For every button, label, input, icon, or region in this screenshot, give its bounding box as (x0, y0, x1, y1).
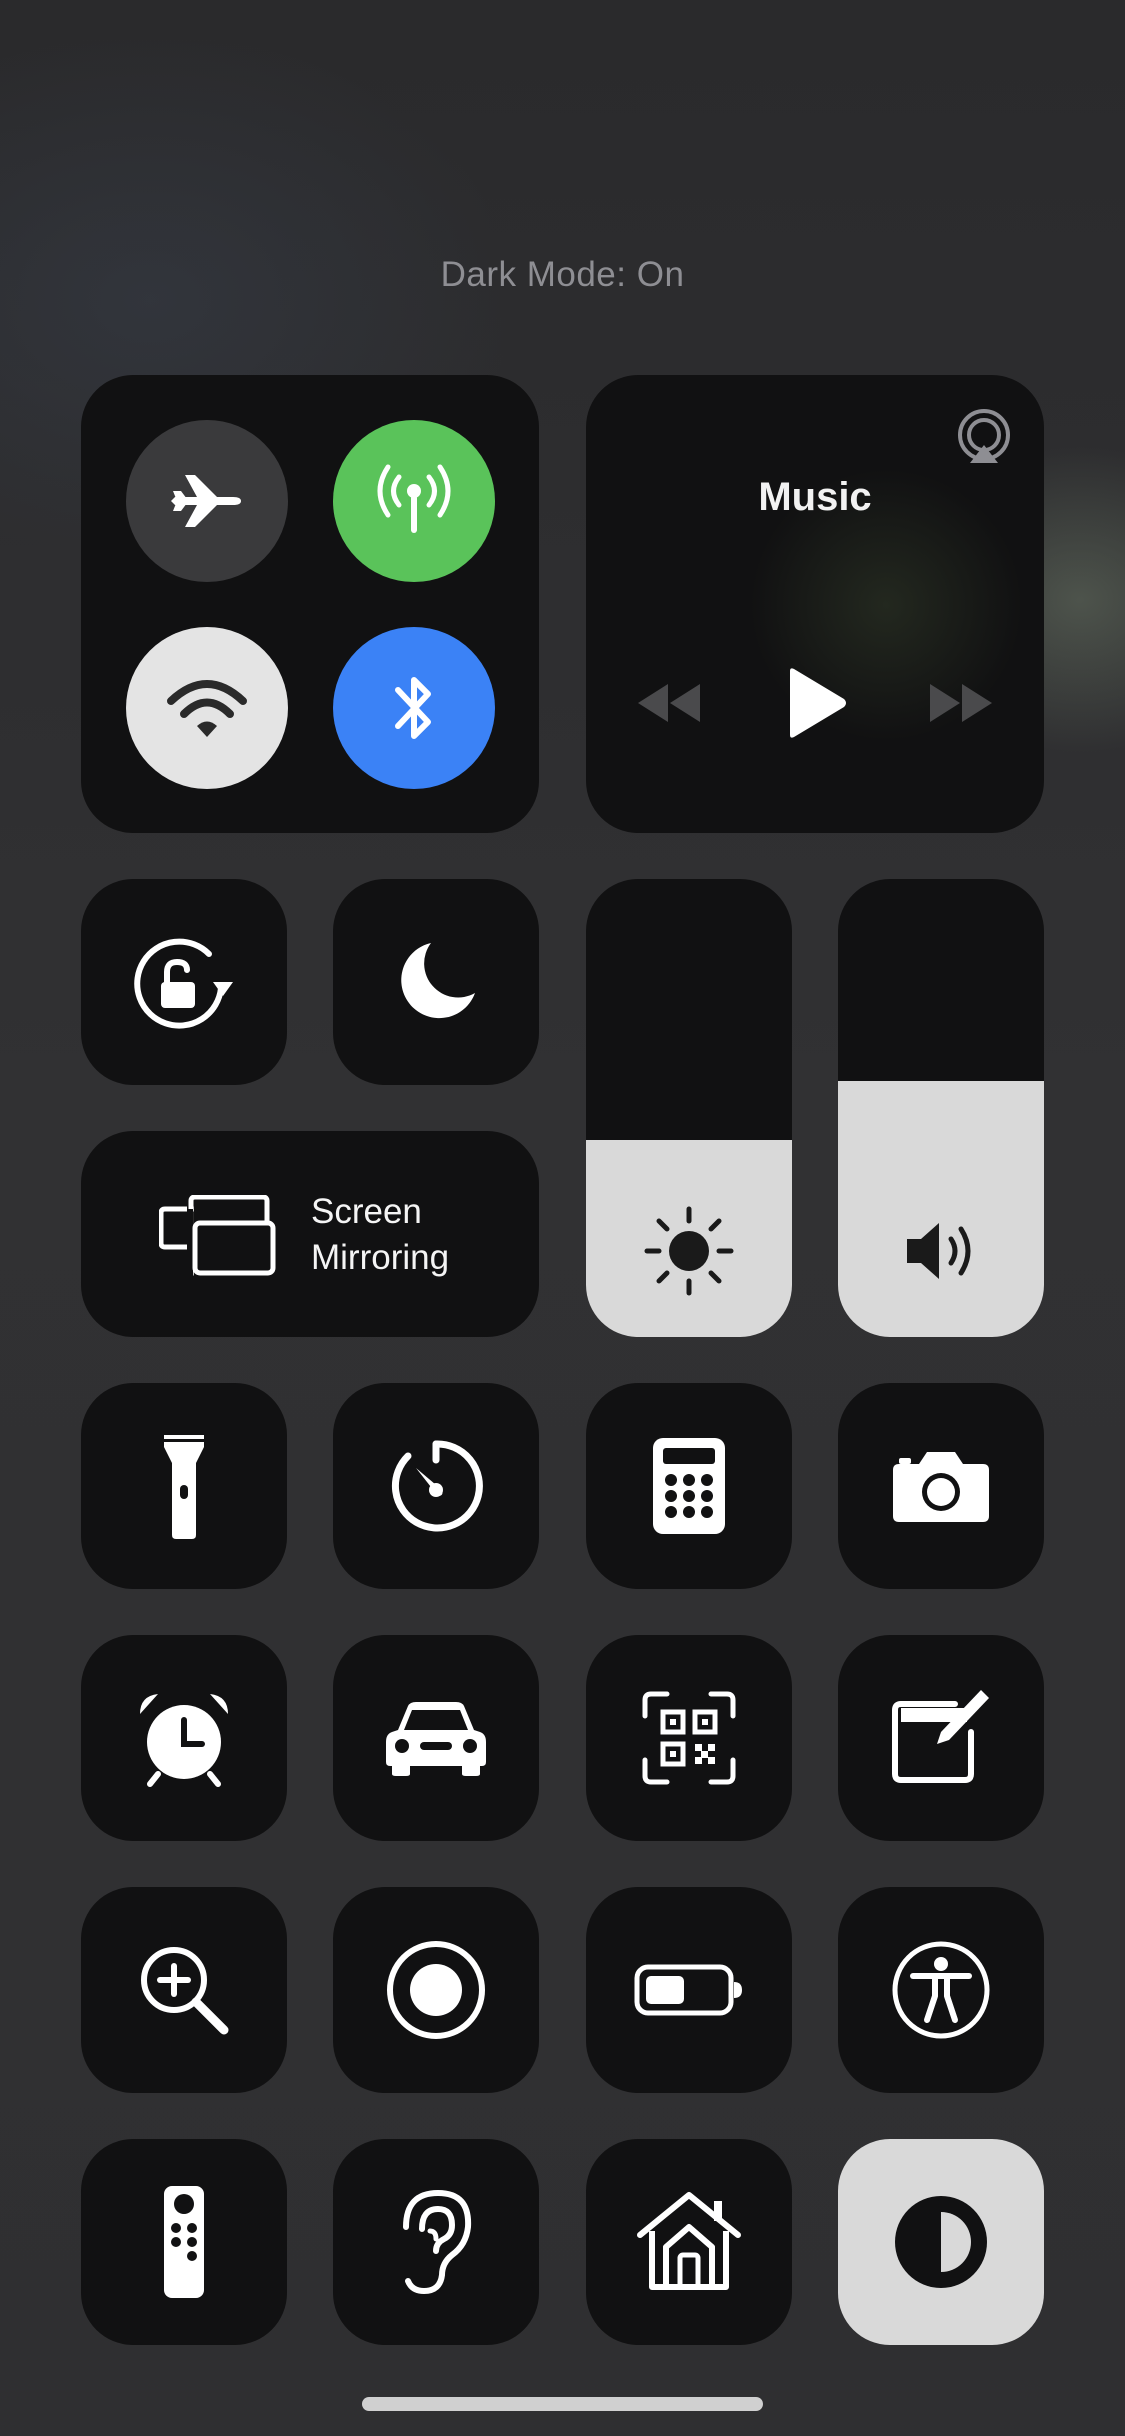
screen-mirroring-label-line2: Mirroring (311, 1238, 450, 1277)
camera-button[interactable] (838, 1383, 1044, 1589)
home-button[interactable] (586, 2139, 792, 2345)
brightness-slider[interactable] (586, 879, 792, 1337)
moon-icon (401, 943, 475, 1019)
camera-icon (893, 1452, 989, 1522)
alarm-button[interactable] (81, 1635, 287, 1841)
hearing-button[interactable] (333, 2139, 539, 2345)
code-scanner-button[interactable] (586, 1635, 792, 1841)
accessibility-icon (892, 1941, 990, 2039)
dark-mode-toggle[interactable] (838, 2139, 1044, 2345)
qr-code-scanner-icon (642, 1691, 736, 1785)
screen-recording-button[interactable] (333, 1887, 539, 2093)
cellular-antenna-icon (377, 464, 451, 533)
home-icon (637, 2192, 741, 2290)
timer-icon (391, 1440, 483, 1532)
calculator-icon (653, 1438, 725, 1534)
car-icon (386, 1702, 486, 1776)
dark-mode-icon (895, 2196, 987, 2288)
speaker-icon (907, 1223, 971, 1279)
home-indicator[interactable] (362, 2397, 763, 2411)
bluetooth-icon (395, 677, 431, 739)
rewind-icon[interactable] (634, 680, 704, 726)
magnifier-button[interactable] (81, 1887, 287, 2093)
low-power-mode-button[interactable] (586, 1887, 792, 2093)
play-icon[interactable] (784, 667, 848, 739)
screen-mirroring-label-line1: Screen (311, 1192, 422, 1231)
flashlight-icon (164, 1435, 204, 1539)
airplane-mode-toggle[interactable] (126, 420, 288, 582)
screen-recording-icon (387, 1941, 485, 2039)
hearing-icon (403, 2189, 472, 2295)
notes-icon (892, 1690, 989, 1783)
low-power-battery-icon (634, 1964, 742, 2016)
driving-mode-button[interactable] (333, 1635, 539, 1841)
alarm-clock-icon (140, 1694, 228, 1787)
connectivity-module (81, 375, 539, 833)
fast-forward-icon[interactable] (926, 680, 996, 726)
music-module[interactable]: Music (586, 375, 1044, 833)
calculator-button[interactable] (586, 1383, 792, 1589)
do-not-disturb-toggle[interactable] (333, 879, 539, 1085)
screen-mirroring-label: Screen Mirroring (311, 1189, 449, 1281)
bluetooth-toggle[interactable] (333, 627, 495, 789)
wifi-icon (167, 680, 247, 737)
sun-icon (644, 1206, 734, 1296)
screen-mirroring-icon (159, 1195, 276, 1276)
cellular-data-toggle[interactable] (333, 420, 495, 582)
airplane-icon (171, 475, 241, 527)
music-title: Music (758, 475, 872, 519)
wifi-toggle[interactable] (126, 627, 288, 789)
airplay-icon[interactable] (954, 407, 1014, 467)
timer-button[interactable] (333, 1383, 539, 1589)
flashlight-button[interactable] (81, 1383, 287, 1589)
apple-tv-remote-button[interactable] (81, 2139, 287, 2345)
notes-button[interactable] (838, 1635, 1044, 1841)
accessibility-button[interactable] (838, 1887, 1044, 2093)
volume-slider[interactable] (838, 879, 1044, 1337)
screen-mirroring-button[interactable]: Screen Mirroring (81, 1131, 539, 1337)
dark-mode-status-text: Dark Mode: On (440, 255, 685, 294)
apple-tv-remote-icon (164, 2186, 204, 2298)
magnifier-icon (141, 1947, 229, 2035)
rotation-lock-toggle[interactable] (81, 879, 287, 1085)
rotation-lock-icon (134, 938, 233, 1029)
